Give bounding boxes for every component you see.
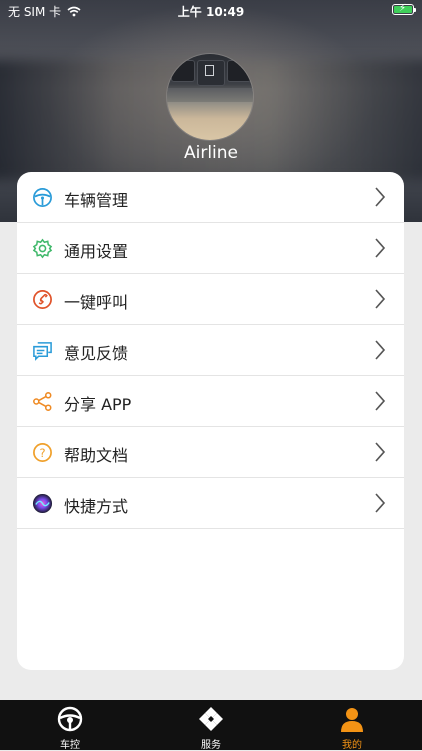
tab-services[interactable]: 服务 bbox=[141, 700, 281, 751]
clock: 上午 10:49 bbox=[177, 5, 245, 19]
svg-text:?: ? bbox=[39, 446, 45, 460]
menu-item-shortcuts[interactable]: 快捷方式 bbox=[17, 478, 404, 529]
tab-bar: 车控 服务 我的 bbox=[0, 700, 422, 751]
help-circle-icon: ? bbox=[33, 443, 52, 462]
chevron-right-icon bbox=[375, 493, 386, 513]
phone-icon bbox=[33, 290, 52, 309]
tab-vehicle-control[interactable]: 车控 bbox=[0, 700, 140, 751]
menu-item-feedback[interactable]: 意见反馈 bbox=[17, 325, 404, 376]
steering-wheel-icon bbox=[33, 188, 52, 207]
menu-item-label: 分享 APP bbox=[64, 395, 132, 414]
chevron-right-icon bbox=[375, 187, 386, 207]
username: Airline bbox=[183, 143, 239, 163]
person-icon bbox=[341, 708, 363, 732]
menu-item-general-settings[interactable]: 通用设置 bbox=[17, 223, 404, 274]
tab-label: 车控 bbox=[60, 740, 80, 751]
menu-item-label: 意见反馈 bbox=[64, 344, 129, 363]
battery-icon: ⚡ bbox=[392, 3, 416, 15]
tab-label: 服务 bbox=[201, 740, 221, 751]
menu-item-label: 快捷方式 bbox=[64, 497, 129, 516]
menu-item-label: 帮助文档 bbox=[64, 446, 129, 465]
feedback-chat-icon bbox=[33, 342, 52, 361]
menu-item-vehicle-management[interactable]: 车辆管理 bbox=[17, 172, 404, 223]
menu-item-share-app[interactable]: 分享 APP bbox=[17, 376, 404, 427]
tab-label: 我的 bbox=[342, 740, 362, 751]
chevron-right-icon bbox=[375, 289, 386, 309]
gear-icon bbox=[32, 238, 53, 259]
chevron-right-icon bbox=[375, 442, 386, 462]
menu-item-label: 通用设置 bbox=[64, 242, 129, 261]
menu-item-help-docs[interactable]: ? 帮助文档 bbox=[17, 427, 404, 478]
share-icon bbox=[33, 392, 52, 411]
tab-mine[interactable]: 我的 bbox=[282, 700, 422, 751]
status-bar: 无 SIM 卡 上午 10:49 ⚡ bbox=[0, 0, 422, 22]
avatar[interactable] bbox=[167, 54, 253, 140]
clover-grid-icon bbox=[199, 707, 223, 731]
menu-item-one-touch-call[interactable]: 一键呼叫 bbox=[17, 274, 404, 325]
siri-shortcut-icon bbox=[32, 493, 53, 514]
steering-wheel-icon bbox=[57, 706, 83, 732]
chevron-right-icon bbox=[375, 340, 386, 360]
chevron-right-icon bbox=[375, 238, 386, 258]
menu-card: 车辆管理 通用设置 一键呼叫 意见反馈 分享 APP ? 帮助文档 快捷方式 bbox=[17, 172, 404, 670]
chevron-right-icon bbox=[375, 391, 386, 411]
menu-item-label: 一键呼叫 bbox=[64, 293, 129, 312]
menu-item-label: 车辆管理 bbox=[64, 191, 129, 210]
